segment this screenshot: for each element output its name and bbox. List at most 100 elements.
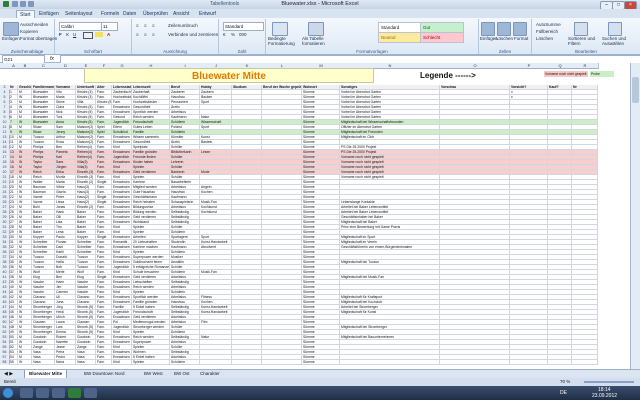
italic-icon[interactable]: K bbox=[66, 32, 69, 37]
table-cell[interactable] bbox=[262, 360, 302, 365]
table-cell[interactable]: 55 bbox=[9, 360, 18, 365]
conditional-format-button[interactable]: Bedingte Formatierung bbox=[268, 36, 300, 46]
legend-green-cell[interactable]: Probe bbox=[590, 71, 614, 77]
group-label: Ausrichtung bbox=[163, 49, 187, 54]
table-cell[interactable] bbox=[200, 360, 232, 365]
column-header[interactable]: C bbox=[32, 63, 56, 69]
tab-page-layout[interactable]: Seitenlayout bbox=[62, 10, 96, 18]
table-cell[interactable] bbox=[440, 360, 510, 365]
paste-icon[interactable] bbox=[3, 22, 19, 36]
find-select-icon[interactable] bbox=[608, 22, 622, 36]
column-header[interactable]: B bbox=[18, 63, 33, 69]
column-header[interactable]: Q bbox=[548, 63, 573, 69]
number-format-select[interactable]: Standard bbox=[223, 22, 264, 31]
style-bad[interactable]: Schlecht bbox=[420, 32, 464, 43]
align-center-icon[interactable]: ≡ bbox=[144, 32, 147, 37]
table-cell[interactable] bbox=[232, 360, 262, 365]
zoom-level[interactable]: 70 % bbox=[560, 378, 570, 386]
thousands-icon[interactable]: 000 bbox=[239, 32, 247, 37]
style-neutral[interactable]: Neutral bbox=[378, 32, 422, 43]
table-cell[interactable] bbox=[510, 360, 548, 365]
fill-color-icon[interactable] bbox=[95, 32, 103, 37]
insert-cells-icon[interactable] bbox=[481, 22, 495, 36]
fill-button[interactable]: Füllbereich bbox=[536, 29, 558, 34]
column-header[interactable]: R bbox=[572, 63, 599, 69]
tab-design[interactable]: Entwurf bbox=[196, 10, 219, 18]
bold-icon[interactable]: F bbox=[59, 32, 62, 37]
clear-button[interactable]: Löschen bbox=[536, 36, 553, 41]
underline-icon[interactable]: U bbox=[73, 32, 76, 37]
legend-label[interactable]: Legende ------> bbox=[420, 70, 530, 81]
column-header[interactable]: D bbox=[55, 63, 77, 69]
sheet-tab-west[interactable]: BW West bbox=[140, 370, 167, 378]
delete-cells-button[interactable]: Löschen bbox=[496, 36, 513, 41]
font-size-select[interactable]: 11 bbox=[101, 22, 118, 31]
sheet-tab-ost[interactable]: BW Ost bbox=[170, 370, 194, 378]
zoom-slider[interactable] bbox=[584, 381, 634, 383]
styles-group: Bedingte Formatierung Als Tabelle format… bbox=[266, 19, 479, 54]
align-top-icon[interactable]: ≡ bbox=[136, 23, 139, 28]
table-cell[interactable] bbox=[340, 360, 440, 365]
vertical-scrollbar[interactable] bbox=[630, 63, 640, 369]
sheet-tab-charakter[interactable]: Charakter bbox=[196, 370, 224, 378]
sort-filter-icon[interactable] bbox=[574, 22, 588, 36]
sheet-nav-icon[interactable]: ◀ ▶ bbox=[4, 371, 13, 377]
table-cell[interactable]: Sümme bbox=[302, 360, 340, 365]
autosum-button[interactable]: AutoSumme bbox=[536, 22, 561, 27]
table-cell[interactable]: Vasa bbox=[76, 360, 96, 365]
format-painter-button[interactable]: Format übertragen bbox=[20, 36, 57, 41]
font-color-icon[interactable]: A bbox=[107, 32, 110, 37]
sheet-tab-downtown-nord[interactable]: BW Downtown Nord bbox=[80, 370, 129, 378]
start-orb-icon[interactable] bbox=[3, 388, 13, 398]
taskbar-app-icon[interactable] bbox=[84, 388, 97, 398]
tab-view[interactable]: Ansicht bbox=[170, 10, 192, 18]
tab-formulas[interactable]: Formeln bbox=[98, 10, 122, 18]
align-bottom-icon[interactable]: ≡ bbox=[152, 23, 155, 28]
align-left-icon[interactable]: ≡ bbox=[136, 32, 139, 37]
column-header[interactable]: O bbox=[440, 63, 511, 69]
cut-button[interactable]: Ausschneiden bbox=[20, 22, 48, 27]
tab-review[interactable]: Überprüfen bbox=[140, 10, 171, 18]
align-middle-icon[interactable]: ≡ bbox=[144, 23, 147, 28]
table-cell[interactable]: Fam. bbox=[96, 360, 112, 365]
table-cell[interactable] bbox=[572, 360, 598, 365]
percent-icon[interactable]: % bbox=[231, 32, 235, 37]
sort-filter-button[interactable]: Sortieren und Filtern bbox=[568, 36, 598, 46]
tab-insert[interactable]: Einfügen bbox=[36, 10, 62, 18]
table-cell[interactable] bbox=[548, 360, 572, 365]
tab-data[interactable]: Daten bbox=[120, 10, 139, 18]
format-as-table-icon[interactable] bbox=[308, 22, 324, 36]
table-cell[interactable]: Schülerin bbox=[170, 360, 200, 365]
format-as-table-button[interactable]: Als Tabelle formatieren bbox=[302, 36, 334, 46]
table-cell[interactable]: Vasa bbox=[32, 360, 55, 365]
format-cells-icon[interactable] bbox=[513, 22, 527, 36]
group-label: Bearbeiten bbox=[575, 49, 597, 54]
table-cell[interactable]: Kind bbox=[112, 360, 132, 365]
delete-cells-icon[interactable] bbox=[497, 22, 511, 36]
taskbar-explorer-icon[interactable] bbox=[20, 388, 33, 398]
wrap-text-button[interactable]: Zeilenumbruch bbox=[168, 23, 198, 28]
merge-center-button[interactable]: Verbinden und zentrieren bbox=[168, 32, 218, 37]
copy-button[interactable]: Kopieren bbox=[20, 29, 38, 34]
taskbar-browser-icon[interactable] bbox=[36, 388, 49, 398]
fx-icon[interactable]: fx bbox=[50, 56, 54, 62]
currency-icon[interactable]: € bbox=[223, 32, 226, 37]
table-cell[interactable]: Spielen bbox=[132, 360, 170, 365]
conditional-format-icon[interactable] bbox=[272, 22, 288, 36]
align-right-icon[interactable]: ≡ bbox=[152, 32, 155, 37]
language-indicator[interactable]: DE bbox=[560, 390, 567, 396]
taskbar-excel-icon[interactable] bbox=[68, 388, 81, 398]
scroll-thumb[interactable] bbox=[632, 77, 639, 103]
merged-title-cell[interactable]: Bluewater Mitte bbox=[84, 68, 374, 83]
column-header[interactable]: P bbox=[510, 63, 549, 69]
legend-red-cell[interactable]: Vorname noch nicht gespielt bbox=[544, 71, 588, 77]
table-cell[interactable]: W bbox=[18, 360, 32, 365]
format-cells-button[interactable]: Format bbox=[514, 36, 528, 41]
table-cell[interactable]: Nena bbox=[55, 360, 76, 365]
font-name-select[interactable]: Calibri bbox=[59, 22, 102, 31]
border-icon[interactable] bbox=[83, 32, 93, 39]
find-select-button[interactable]: Suchen und Auswählen bbox=[602, 36, 634, 46]
taskbar-media-icon[interactable] bbox=[52, 388, 65, 398]
group-label: Zwischenablage bbox=[10, 49, 44, 54]
paste-button[interactable]: Einfügen bbox=[2, 36, 20, 41]
